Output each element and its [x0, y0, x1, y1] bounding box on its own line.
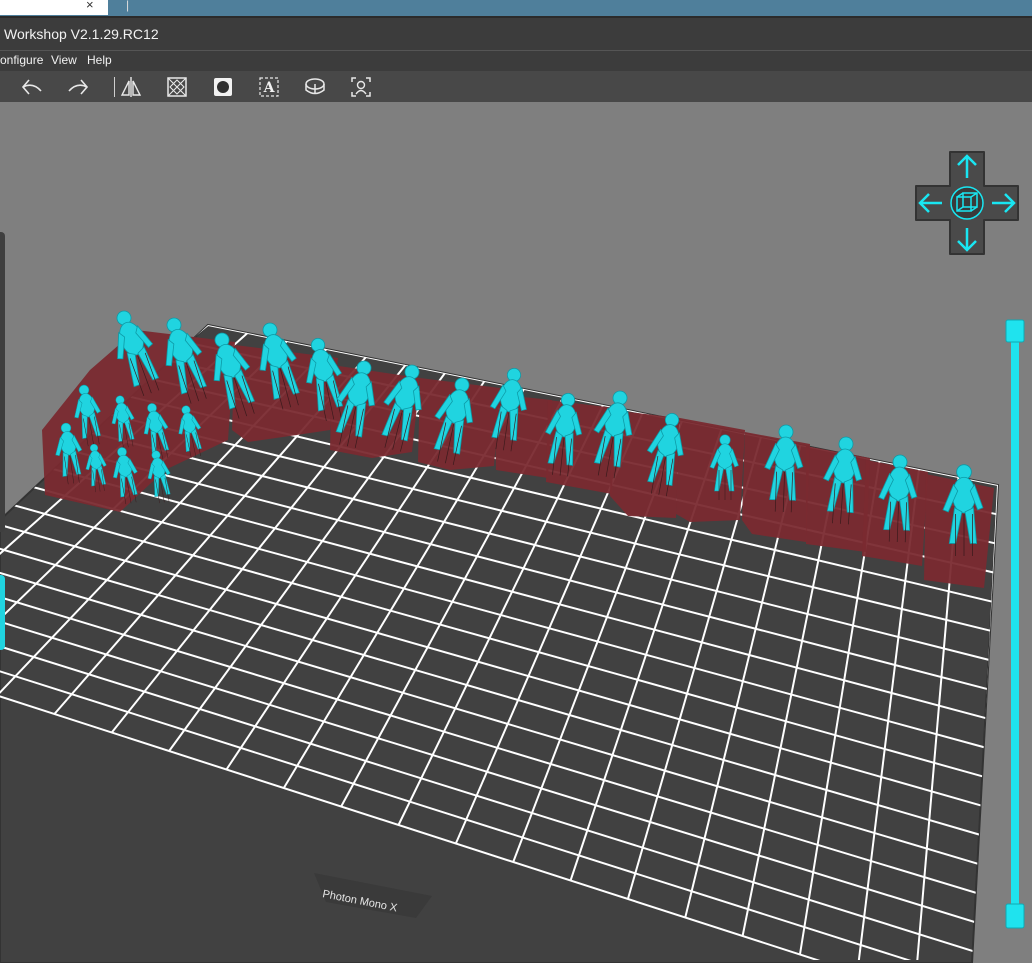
redo-icon[interactable] — [64, 74, 92, 100]
title-bar: Workshop V2.1.29.RC12 — [0, 16, 1032, 51]
slider-bottom-handle — [1005, 903, 1025, 929]
toolbar: A — [0, 71, 1032, 102]
browser-tab-strip: × | — [0, 0, 1032, 16]
app-title: Workshop V2.1.29.RC12 — [4, 26, 159, 42]
mirror-icon[interactable] — [117, 74, 145, 100]
browser-tab[interactable]: × — [0, 0, 108, 15]
undo-icon[interactable] — [18, 74, 46, 100]
3d-viewport[interactable]: Photon Mono X — [0, 102, 1032, 963]
punch-hole-icon[interactable] — [209, 74, 237, 100]
slice-icon[interactable] — [301, 74, 329, 100]
slider-top-handle — [1005, 319, 1025, 343]
svg-text:A: A — [263, 80, 276, 96]
layer-slider[interactable] — [1004, 318, 1026, 930]
hollow-icon[interactable] — [163, 74, 191, 100]
menu-bar: onfigure View Help — [0, 50, 1032, 71]
left-panel-tab[interactable] — [0, 575, 5, 650]
scene: Photon Mono X — [0, 310, 1000, 963]
toolbar-separator — [114, 77, 115, 97]
auto-support-icon[interactable] — [347, 74, 375, 100]
left-side-panel — [0, 232, 5, 532]
tab-close-icon[interactable]: × — [86, 0, 94, 12]
menu-view[interactable]: View — [51, 53, 77, 67]
menu-configure[interactable]: onfigure — [0, 53, 43, 67]
menu-help[interactable]: Help — [87, 53, 112, 67]
text-icon[interactable]: A — [255, 74, 283, 100]
navigation-cube[interactable] — [912, 148, 1022, 258]
cube-icon — [950, 186, 984, 220]
new-tab-icon[interactable]: | — [126, 0, 129, 12]
